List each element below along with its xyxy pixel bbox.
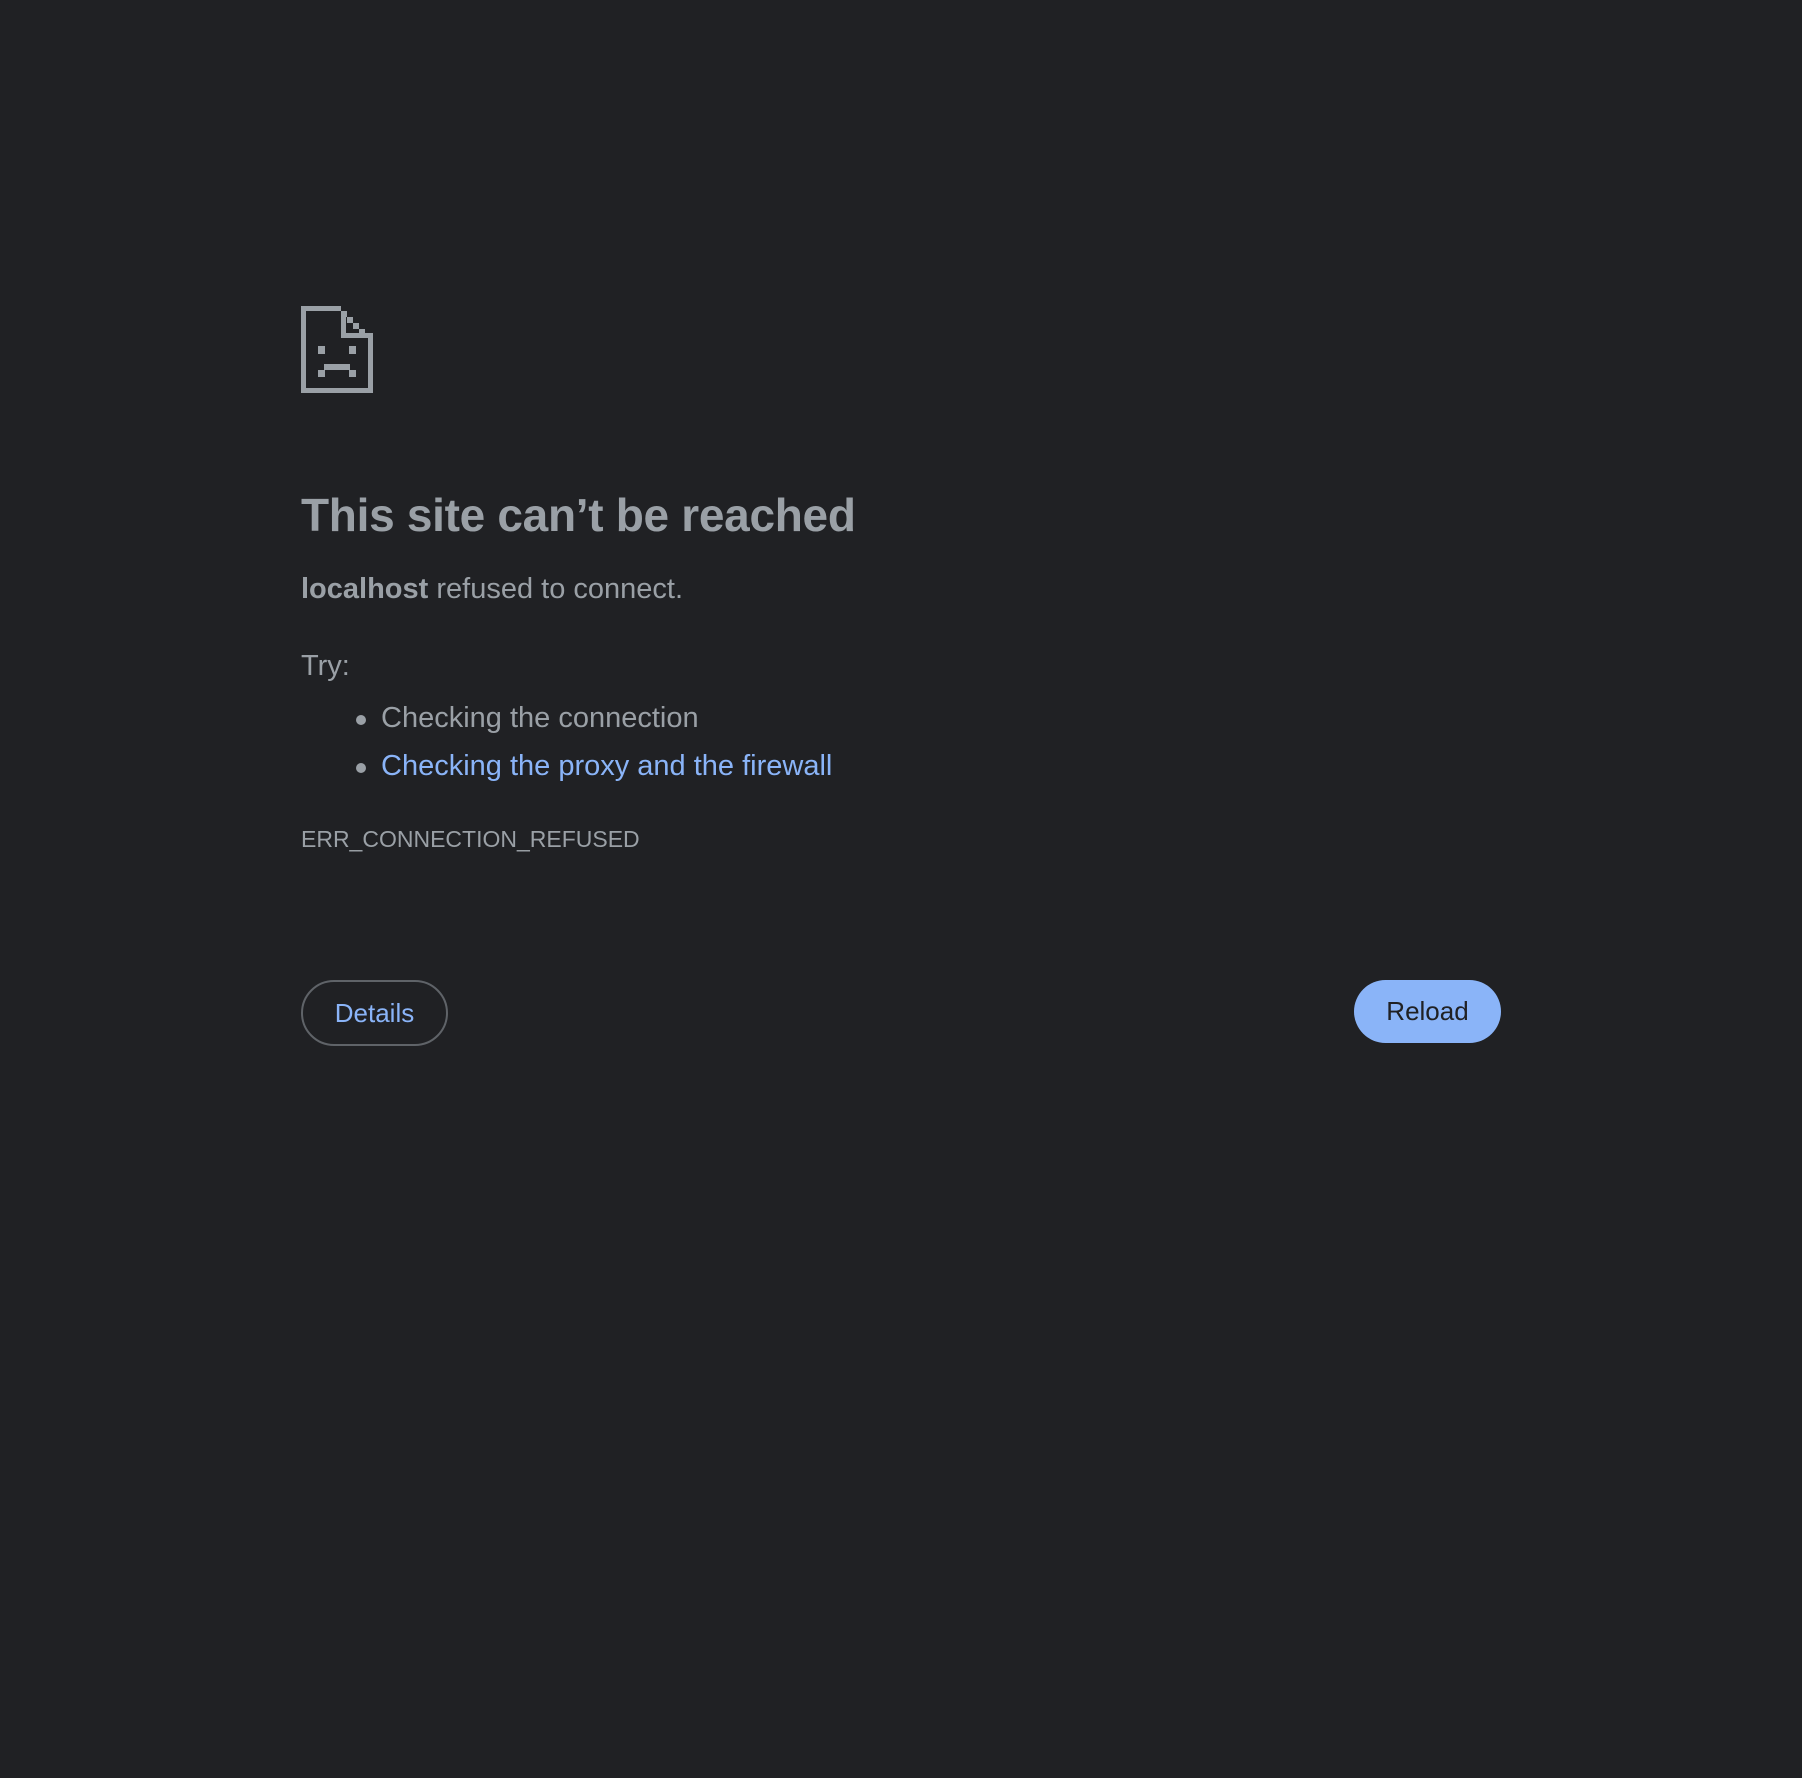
try-label: Try: xyxy=(301,650,350,682)
suggestion-item-connection: Checking the connection xyxy=(356,694,1501,742)
error-code: ERR_CONNECTION_REFUSED xyxy=(301,826,640,852)
error-title: This site can’t be reached xyxy=(301,489,856,541)
error-page: This site can’t be reached localhost ref… xyxy=(0,0,1802,1778)
error-summary-text: refused to connect. xyxy=(428,573,684,605)
proxy-firewall-link[interactable]: Checking the proxy and the firewall xyxy=(381,750,832,782)
error-summary: localhost refused to connect. xyxy=(301,569,1501,609)
sad-page-icon xyxy=(301,306,373,393)
details-button[interactable]: Details xyxy=(301,980,448,1046)
reload-button[interactable]: Reload xyxy=(1354,980,1501,1043)
suggestion-list: Checking the connection Checking the pro… xyxy=(301,694,1501,790)
suggestion-connection-text: Checking the connection xyxy=(381,702,699,734)
suggestion-item-proxy-firewall: Checking the proxy and the firewall xyxy=(356,742,1501,790)
error-content: This site can’t be reached localhost ref… xyxy=(301,306,1501,854)
error-host: localhost xyxy=(301,573,429,605)
